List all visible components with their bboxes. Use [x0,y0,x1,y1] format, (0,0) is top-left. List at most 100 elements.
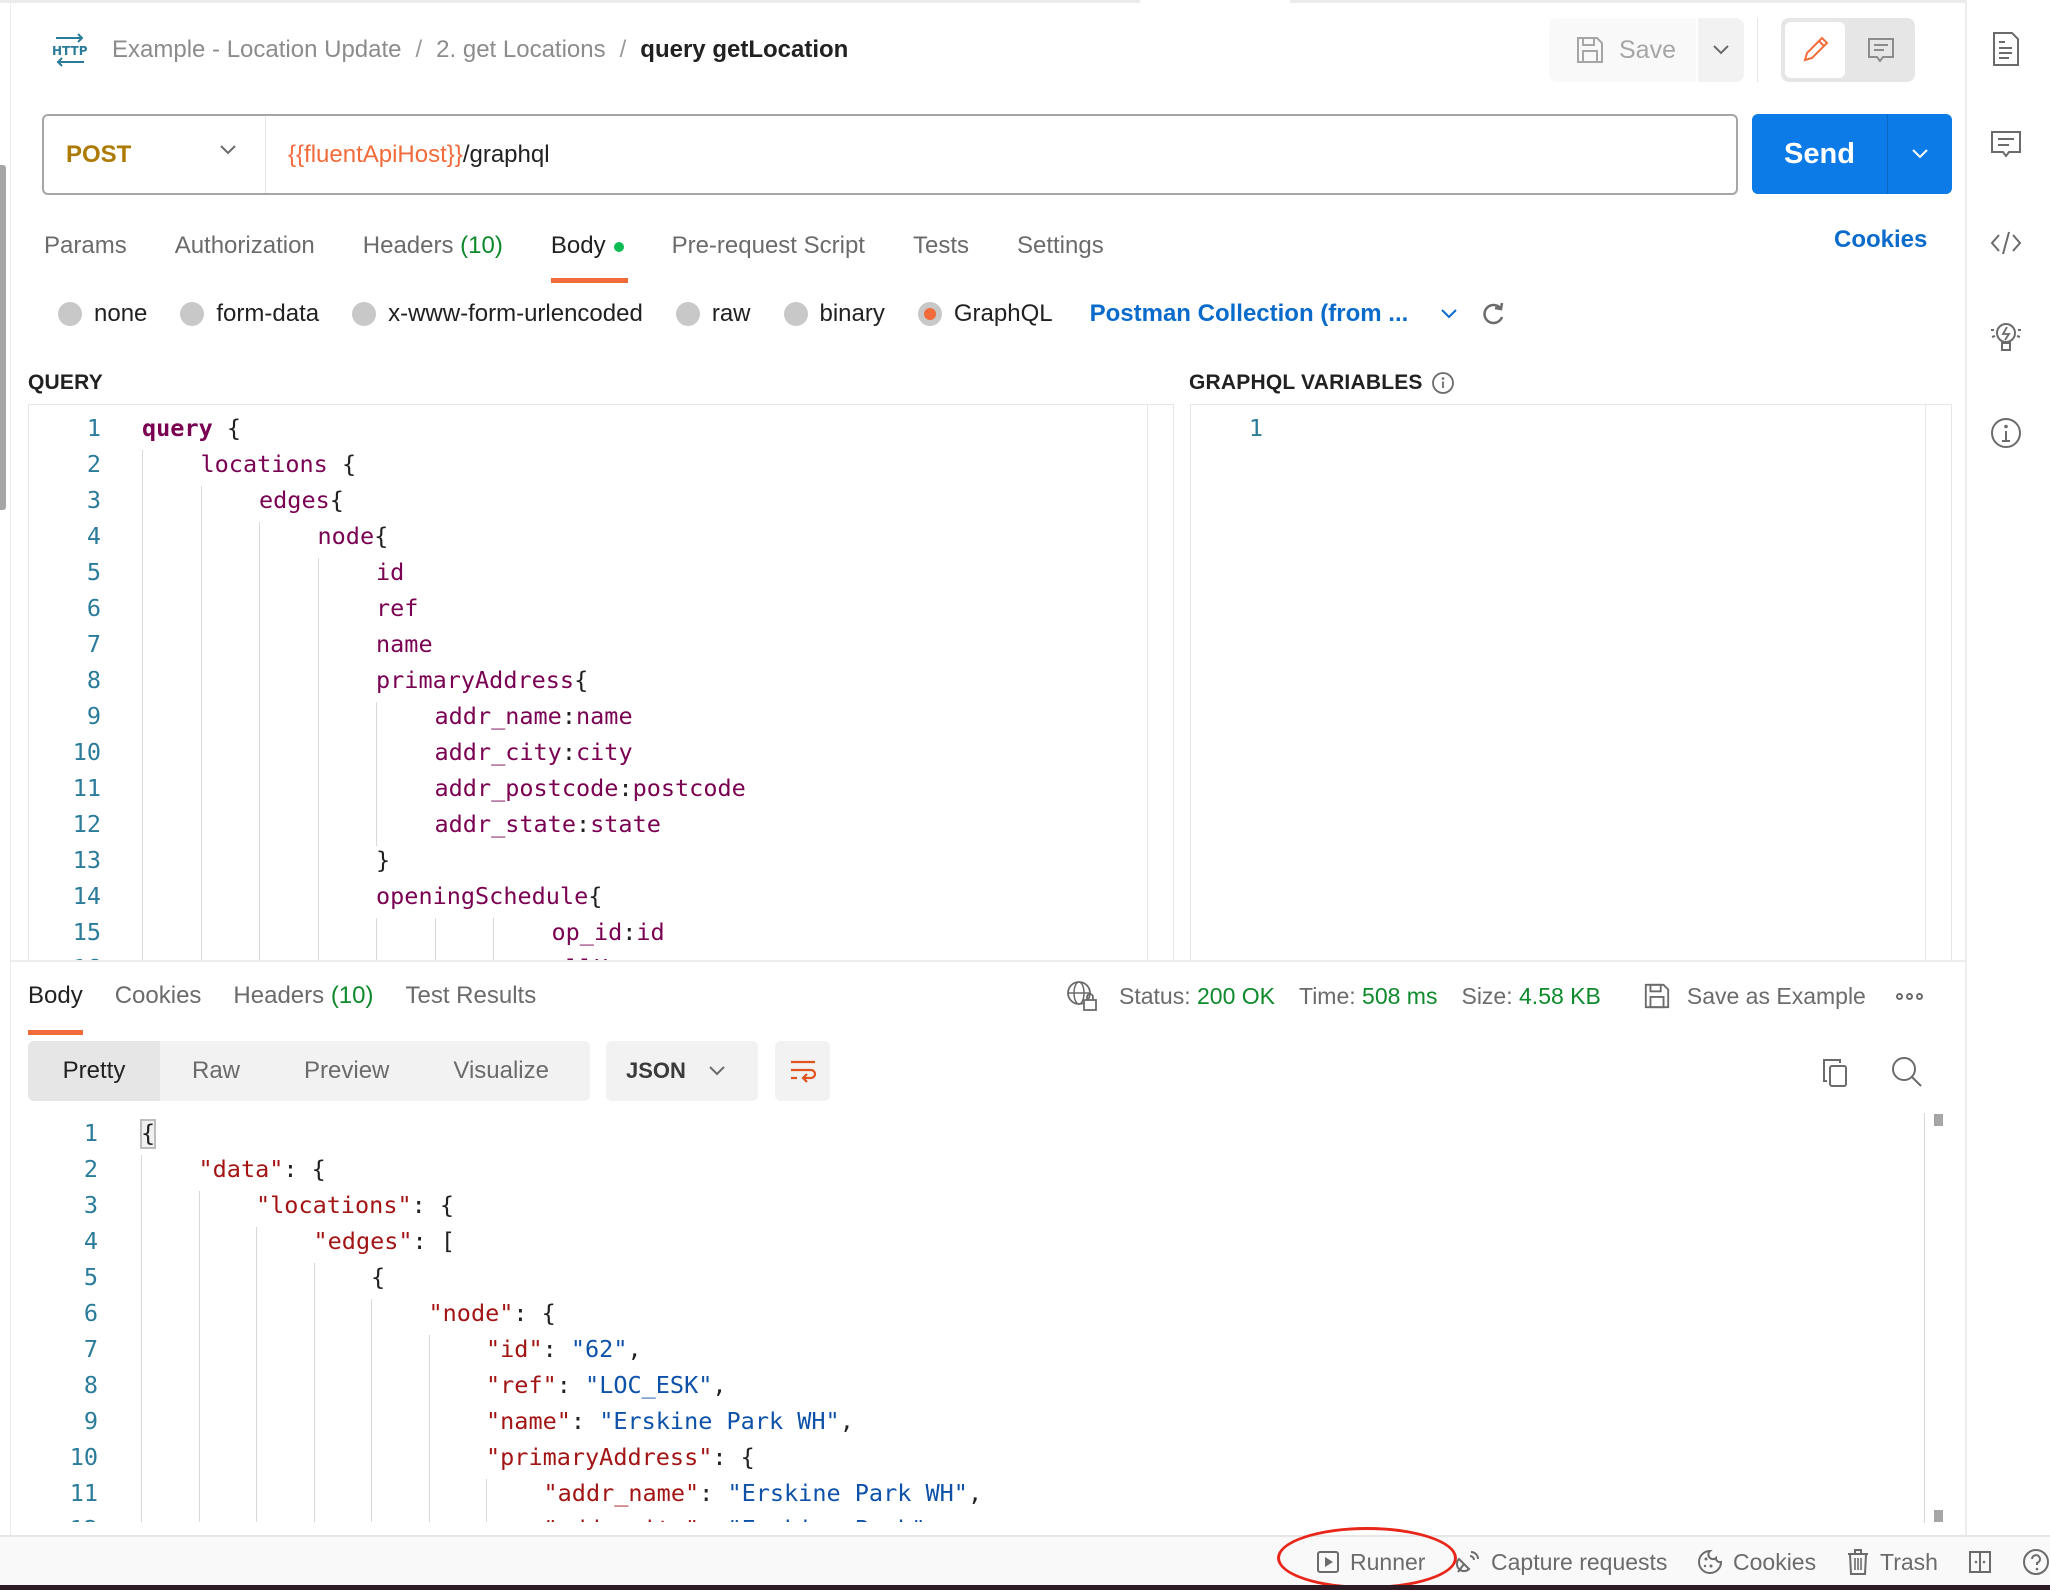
indent-guide [313,1515,315,1522]
response-scrollbar-thumb[interactable] [1934,1114,1943,1126]
code-line: } [376,842,390,878]
indent-guide [198,1191,200,1227]
response-tab-cookies[interactable]: Cookies [115,982,202,1010]
comments-icon[interactable] [1989,128,2023,162]
url-input[interactable]: {{fluentApiHost}}/graphql [266,141,550,169]
response-minimap-marker[interactable] [1934,1510,1943,1522]
save-button[interactable]: Save [1549,18,1696,82]
trash-button[interactable]: Trash [1846,1545,1938,1579]
size-readout[interactable]: Size: 4.58 KB [1461,983,1600,1010]
radio-form-data[interactable]: form-data [180,300,319,328]
indent-guide [200,846,202,882]
time-readout[interactable]: Time: 508 ms [1299,983,1437,1010]
sidebar-scrollbar[interactable] [0,165,6,510]
line-number: 6 [83,1299,98,1327]
line-number: 12 [72,810,101,838]
tab-authorization[interactable]: Authorization [175,232,315,260]
radio-urlencoded[interactable]: x-www-form-urlencoded [352,300,643,328]
tab-headers[interactable]: Headers (10) [363,232,503,260]
line-number: 7 [83,1335,98,1363]
radio-graphql[interactable]: GraphQL [917,300,1053,328]
response-tab-body[interactable]: Body [28,982,83,1035]
view-pretty[interactable]: Pretty [28,1041,160,1101]
code-token: "addr_name" [543,1479,700,1507]
help-button[interactable] [2022,1545,2050,1579]
indent-guide [259,702,260,738]
schema-select[interactable]: Postman Collection (from ... [1090,300,1409,328]
indent-guide [317,558,319,594]
chevron-down-icon [709,1066,725,1076]
chevron-down-icon [220,145,236,155]
cookies-button[interactable]: Cookies [1697,1545,1816,1579]
query-editor-scrollbar[interactable] [1147,405,1173,960]
format-select[interactable]: JSON [606,1041,758,1101]
view-raw[interactable]: Raw [160,1041,272,1101]
more-options-icon[interactable] [1895,992,1923,1000]
response-tab-test-results[interactable]: Test Results [406,982,537,1010]
breadcrumb-collection[interactable]: Example - Location Update [112,36,402,64]
capture-requests-button[interactable]: Capture requests [1455,1545,1667,1579]
indent-guide [142,594,143,630]
indent-guide [317,738,319,774]
documentation-icon[interactable] [1989,30,2023,68]
save-options-button[interactable] [1698,18,1744,82]
status-readout[interactable]: Status: 200 OK [1119,983,1275,1010]
code-token: } [376,846,391,874]
request-name[interactable]: query getLocation [640,36,848,64]
save-as-example-button[interactable]: Save as Example [1643,982,1866,1010]
wrap-lines-button[interactable] [775,1041,830,1101]
radio-binary[interactable]: binary [783,300,885,328]
headers-count: (10) [460,232,503,259]
tab-settings[interactable]: Settings [1017,232,1104,260]
comment-mode-button[interactable] [1851,22,1911,78]
view-preview[interactable]: Preview [272,1041,421,1101]
indent-guide [198,1407,200,1443]
copy-icon[interactable] [1819,1057,1851,1089]
http-icon: HTTP [52,33,88,67]
tab-tests[interactable]: Tests [913,232,969,260]
breadcrumb-folder[interactable]: 2. get Locations [436,36,605,64]
line-number: 9 [86,702,101,730]
response-tab-headers[interactable]: Headers (10) [233,982,373,1010]
response-body[interactable]: 1{2 "data": {3 "locations": {4 "edges": [5{… [28,1110,1933,1522]
radio-none[interactable]: none [58,300,147,328]
code-token: : [699,1515,727,1522]
indent-guide [376,810,377,846]
variables-editor-scrollbar[interactable] [1925,405,1951,960]
indent-guide [142,558,143,594]
send-button[interactable]: Send [1752,114,1888,194]
method-select[interactable]: POST [44,116,266,193]
send-options-button[interactable] [1888,114,1952,194]
line-number: 8 [83,1371,98,1399]
save-example-label: Save as Example [1686,982,1866,1009]
indent-guide [259,738,260,774]
indent-guide [371,1335,372,1371]
view-visualize[interactable]: Visualize [421,1041,581,1101]
chevron-down-icon[interactable] [1440,308,1458,320]
tab-body[interactable]: Body [550,232,628,283]
variables-editor[interactable]: 1 [1190,404,1952,960]
tab-params[interactable]: Params [44,232,127,260]
line-number: 4 [86,522,101,550]
lightbulb-icon[interactable] [1989,318,2023,358]
radio-raw[interactable]: raw [675,300,751,328]
two-pane-toggle[interactable] [1968,1545,2002,1579]
indent-guide [493,918,494,954]
globe-lock-icon[interactable] [1065,979,1099,1013]
cookies-link[interactable]: Cookies [1834,226,1927,254]
line-number: 5 [86,558,101,586]
code-icon[interactable] [1989,226,2023,260]
refresh-icon[interactable] [1480,301,1506,327]
runner-button[interactable]: Runner [1316,1545,1425,1579]
edit-mode-button[interactable] [1785,22,1845,78]
tab-pre-request-script[interactable]: Pre-request Script [672,232,865,260]
indent-guide [141,1227,142,1263]
query-editor[interactable]: 1 query {2 locations {3 edges{4 node{5 id 6 ref… [28,404,1174,960]
indent-guide [200,522,202,558]
indent-guide [142,486,143,522]
pane-splitter[interactable] [10,960,1965,962]
info-icon[interactable] [1431,371,1455,395]
search-icon[interactable] [1890,1055,1924,1089]
info-icon[interactable] [1989,416,2023,450]
indent-guide [142,738,143,774]
